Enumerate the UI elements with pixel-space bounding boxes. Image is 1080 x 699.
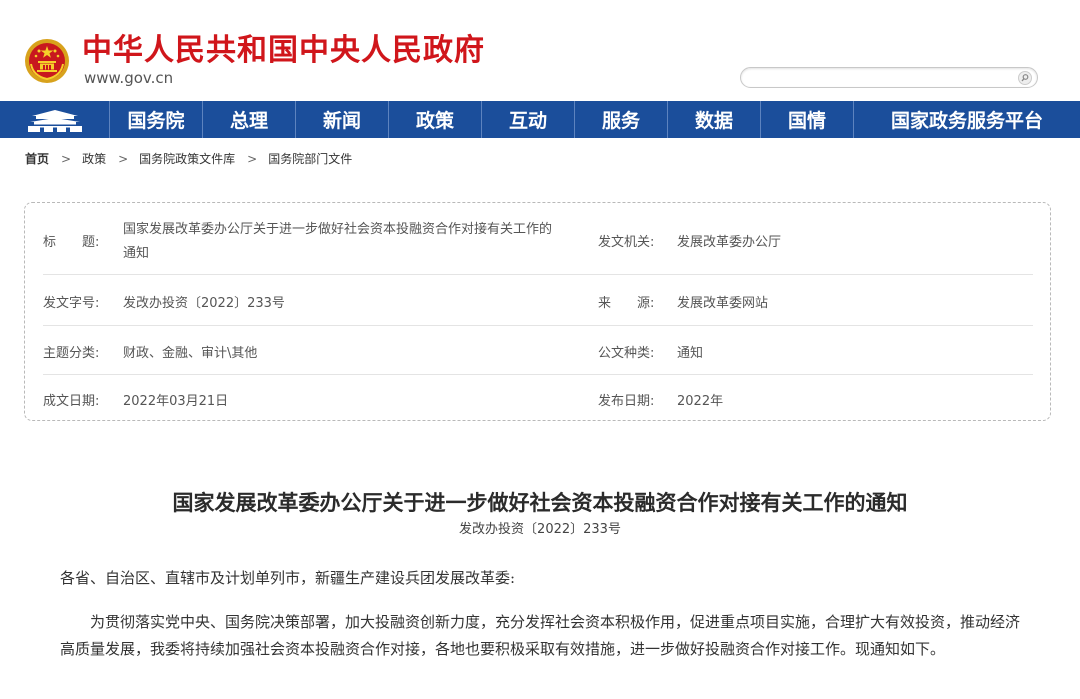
title-value: 国家发展改革委办公厅关于进一步做好社会资本投融资合作对接有关工作的 通知 [123, 218, 552, 266]
info-row-docno: 发文字号: 发改办投资〔2022〕233号 来 源: 发展改革委网站 [43, 276, 1033, 326]
topic-value: 财政、金融、审计\其他 [123, 346, 258, 361]
nav-item-national-conditions[interactable]: 国情 [761, 101, 854, 138]
issuer-value: 发展改革委办公厅 [677, 235, 782, 250]
nav-item-interaction[interactable]: 互动 [482, 101, 575, 138]
article-title: 国家发展改革委办公厅关于进一步做好社会资本投融资合作对接有关工作的通知 [172, 490, 908, 515]
nav-item-gov-service-platform[interactable]: 国家政务服务平台 [854, 101, 1080, 138]
breadcrumb-separator: > [61, 152, 72, 166]
breadcrumb-home[interactable]: 首页 [25, 151, 49, 167]
search-input[interactable] [753, 70, 1003, 85]
info-row-dates: 成文日期: 2022年03月21日 发布日期: 2022年 [43, 376, 1033, 420]
site-url[interactable]: www.gov.cn [84, 69, 173, 87]
breadcrumb-separator: > [118, 152, 129, 166]
breadcrumb-department-documents[interactable]: 国务院部门文件 [268, 151, 352, 167]
doctype-label: 公文种类: [598, 346, 655, 361]
published-date-label: 发布日期: [598, 394, 655, 409]
nav-item-news[interactable]: 新闻 [296, 101, 389, 138]
site-title[interactable]: 中华人民共和国中央人民政府 [82, 34, 485, 68]
published-date-value: 2022年 [677, 394, 724, 409]
breadcrumb: 首页 > 政策 > 国务院政策文件库 > 国务院部门文件 [25, 151, 352, 167]
breadcrumb-policy[interactable]: 政策 [82, 151, 106, 167]
topic-label: 主题分类: [43, 346, 100, 361]
written-date-value: 2022年03月21日 [123, 394, 229, 409]
docno-value: 发改办投资〔2022〕233号 [123, 296, 285, 311]
article-doc-number: 发改办投资〔2022〕233号 [459, 522, 621, 537]
article-paragraph: 为贯彻落实党中央、国务院决策部署，加大投融资创新力度，充分发挥社会资本积极作用，… [60, 613, 1021, 658]
document-info-card: 标 题: 国家发展改革委办公厅关于进一步做好社会资本投融资合作对接有关工作的 通… [24, 202, 1051, 421]
article-body: 各省、自治区、直辖市及计划单列市，新疆生产建设兵团发展改革委: 为贯彻落实党中央… [60, 565, 1025, 663]
info-row-topic: 主题分类: 财政、金融、审计\其他 公文种类: 通知 [43, 327, 1033, 375]
site-header: 中华人民共和国中央人民政府 www.gov.cn [0, 0, 1080, 101]
nav-item-premier[interactable]: 总理 [203, 101, 296, 138]
info-row-title: 标 题: 国家发展改革委办公厅关于进一步做好社会资本投融资合作对接有关工作的 通… [43, 203, 1033, 275]
written-date-label: 成文日期: [43, 394, 100, 409]
title-value-line1: 国家发展改革委办公厅关于进一步做好社会资本投融资合作对接有关工作的 [123, 222, 553, 237]
docno-label: 发文字号: [43, 296, 100, 311]
breadcrumb-separator: > [247, 152, 258, 166]
source-value: 发展改革委网站 [677, 296, 769, 311]
nav-item-services[interactable]: 服务 [575, 101, 668, 138]
title-label: 标 题: [43, 235, 100, 250]
source-label: 来 源: [598, 296, 655, 311]
main-nav: 国务院 总理 新闻 政策 互动 服务 数据 国情 国家政务服务平台 [0, 101, 1080, 138]
nav-item-state-council[interactable]: 国务院 [110, 101, 203, 138]
issuer-label: 发文机关: [598, 235, 655, 250]
search-icon[interactable] [1018, 71, 1032, 85]
national-emblem-icon[interactable] [24, 38, 70, 84]
article-greeting: 各省、自治区、直辖市及计划单列市，新疆生产建设兵团发展改革委: [60, 569, 516, 587]
breadcrumb-policy-library[interactable]: 国务院政策文件库 [139, 151, 235, 167]
nav-home-logo[interactable] [0, 101, 110, 138]
search-box[interactable] [740, 67, 1038, 88]
title-value-line2: 通知 [123, 246, 150, 261]
nav-item-data[interactable]: 数据 [668, 101, 761, 138]
tiananmen-icon [27, 109, 82, 132]
doctype-value: 通知 [677, 346, 704, 361]
nav-item-policy[interactable]: 政策 [389, 101, 482, 138]
